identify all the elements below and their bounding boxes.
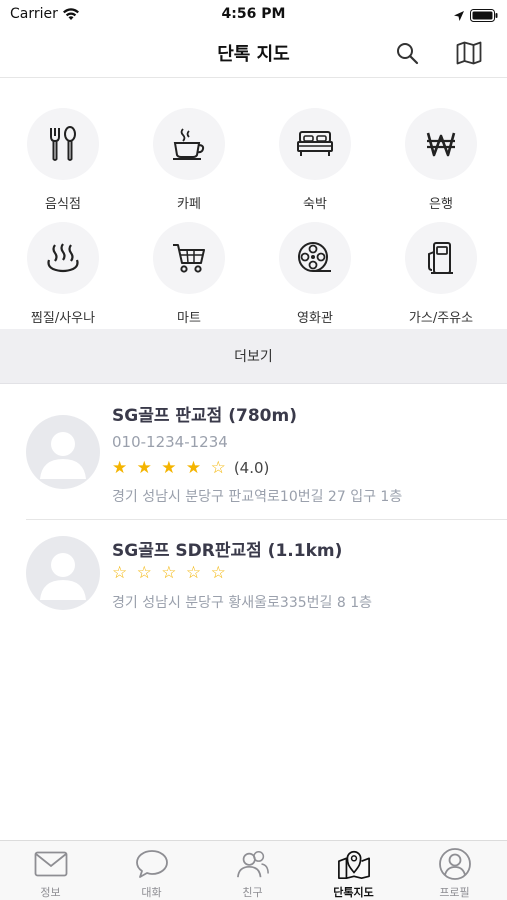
- fork-spoon-icon: [50, 126, 76, 161]
- star-rating-icon: ☆ ☆ ☆ ☆ ☆: [112, 563, 228, 583]
- category-mart[interactable]: 마트: [126, 222, 252, 327]
- avatar: [26, 536, 100, 610]
- person-placeholder-icon: [40, 432, 86, 479]
- category-sauna[interactable]: 찜질/사우나: [0, 222, 126, 327]
- category-label: 은행: [429, 197, 453, 212]
- tab-chat[interactable]: 대화: [101, 841, 202, 900]
- category-icon-circle: [153, 222, 225, 294]
- location-arrow-icon: [453, 7, 465, 26]
- category-bank[interactable]: 은행: [378, 108, 504, 213]
- category-label: 카페: [177, 197, 201, 212]
- profile-icon: [438, 847, 472, 881]
- category-label: 가스/주유소: [408, 311, 474, 326]
- category-icon-circle: [27, 222, 99, 294]
- category-cinema[interactable]: 영화관: [252, 222, 378, 327]
- rating-value: (4.0): [233, 459, 270, 477]
- battery-icon: [470, 7, 498, 26]
- nav-bar: 단톡 지도: [0, 28, 507, 78]
- list-item[interactable]: SG골프 SDR판교점 (1.1km) ☆ ☆ ☆ ☆ ☆ 경기 성남시 분당구…: [0, 530, 507, 620]
- category-icon-circle: [405, 222, 477, 294]
- hot-spring-icon: [47, 243, 79, 273]
- tab-profile[interactable]: 프로필: [404, 841, 505, 900]
- status-time: 4:56 PM: [221, 6, 286, 22]
- chat-bubble-icon: [135, 847, 169, 881]
- category-restaurant[interactable]: 음식점: [0, 108, 126, 213]
- coffee-cup-icon: [173, 128, 205, 160]
- status-bar: Carrier 4:56 PM: [0, 0, 507, 28]
- gas-pump-icon: [428, 242, 453, 274]
- category-icon-circle: [405, 108, 477, 180]
- map-button[interactable]: [454, 38, 484, 68]
- search-button[interactable]: [392, 38, 422, 68]
- place-address: 경기 성남시 분당구 황새울로335번길 8 1층: [112, 595, 372, 611]
- category-label: 영화관: [297, 311, 333, 326]
- search-icon: [397, 43, 419, 65]
- tab-info[interactable]: 정보: [0, 841, 101, 900]
- place-rating: ★ ★ ★ ★ ☆ (4.0): [112, 458, 269, 478]
- tab-label: 대화: [141, 886, 162, 899]
- category-icon-circle: [153, 108, 225, 180]
- tab-label: 단톡지도: [333, 886, 374, 899]
- list-item[interactable]: SG골프 판교점 (780m) 010-1234-1234 ★ ★ ★ ★ ☆ …: [0, 395, 507, 519]
- bed-icon: [297, 131, 333, 156]
- tab-label: 친구: [242, 886, 263, 899]
- category-label: 숙박: [303, 197, 327, 212]
- envelope-icon: [34, 847, 68, 881]
- film-reel-icon: [298, 242, 331, 272]
- category-icon-circle: [27, 108, 99, 180]
- category-label: 음식점: [45, 197, 81, 212]
- category-icon-circle: [279, 222, 351, 294]
- place-name: SG골프 판교점 (780m): [112, 406, 297, 426]
- more-button[interactable]: 더보기: [0, 329, 507, 384]
- category-icon-circle: [279, 108, 351, 180]
- tab-bar: 정보 대화 친구 단톡지도 프로필: [0, 840, 507, 900]
- category-lodging[interactable]: 숙박: [252, 108, 378, 213]
- shopping-cart-icon: [173, 244, 205, 273]
- tab-label: 프로필: [439, 886, 470, 899]
- star-rating-icon: ★ ★ ★ ★ ☆: [112, 458, 228, 478]
- category-label: 마트: [177, 311, 201, 326]
- place-rating: ☆ ☆ ☆ ☆ ☆: [112, 563, 228, 583]
- tab-friends[interactable]: 친구: [202, 841, 303, 900]
- map-icon: [456, 41, 482, 65]
- place-phone[interactable]: 010-1234-1234: [112, 433, 228, 451]
- category-cafe[interactable]: 카페: [126, 108, 252, 213]
- tab-label: 정보: [40, 886, 61, 899]
- person-placeholder-icon: [40, 553, 86, 600]
- map-pin-icon: [337, 847, 371, 881]
- place-address: 경기 성남시 분당구 판교역로10번길 27 입구 1층: [112, 489, 403, 505]
- friends-icon: [236, 847, 270, 881]
- divider: [26, 519, 507, 520]
- category-label: 찜질/사우나: [30, 311, 96, 326]
- page-title: 단톡 지도: [217, 44, 290, 65]
- won-sign-icon: [426, 132, 456, 157]
- category-gas-station[interactable]: 가스/주유소: [378, 222, 504, 327]
- tab-group-map[interactable]: 단톡지도: [303, 841, 404, 900]
- avatar: [26, 415, 100, 489]
- place-name: SG골프 SDR판교점 (1.1km): [112, 541, 343, 561]
